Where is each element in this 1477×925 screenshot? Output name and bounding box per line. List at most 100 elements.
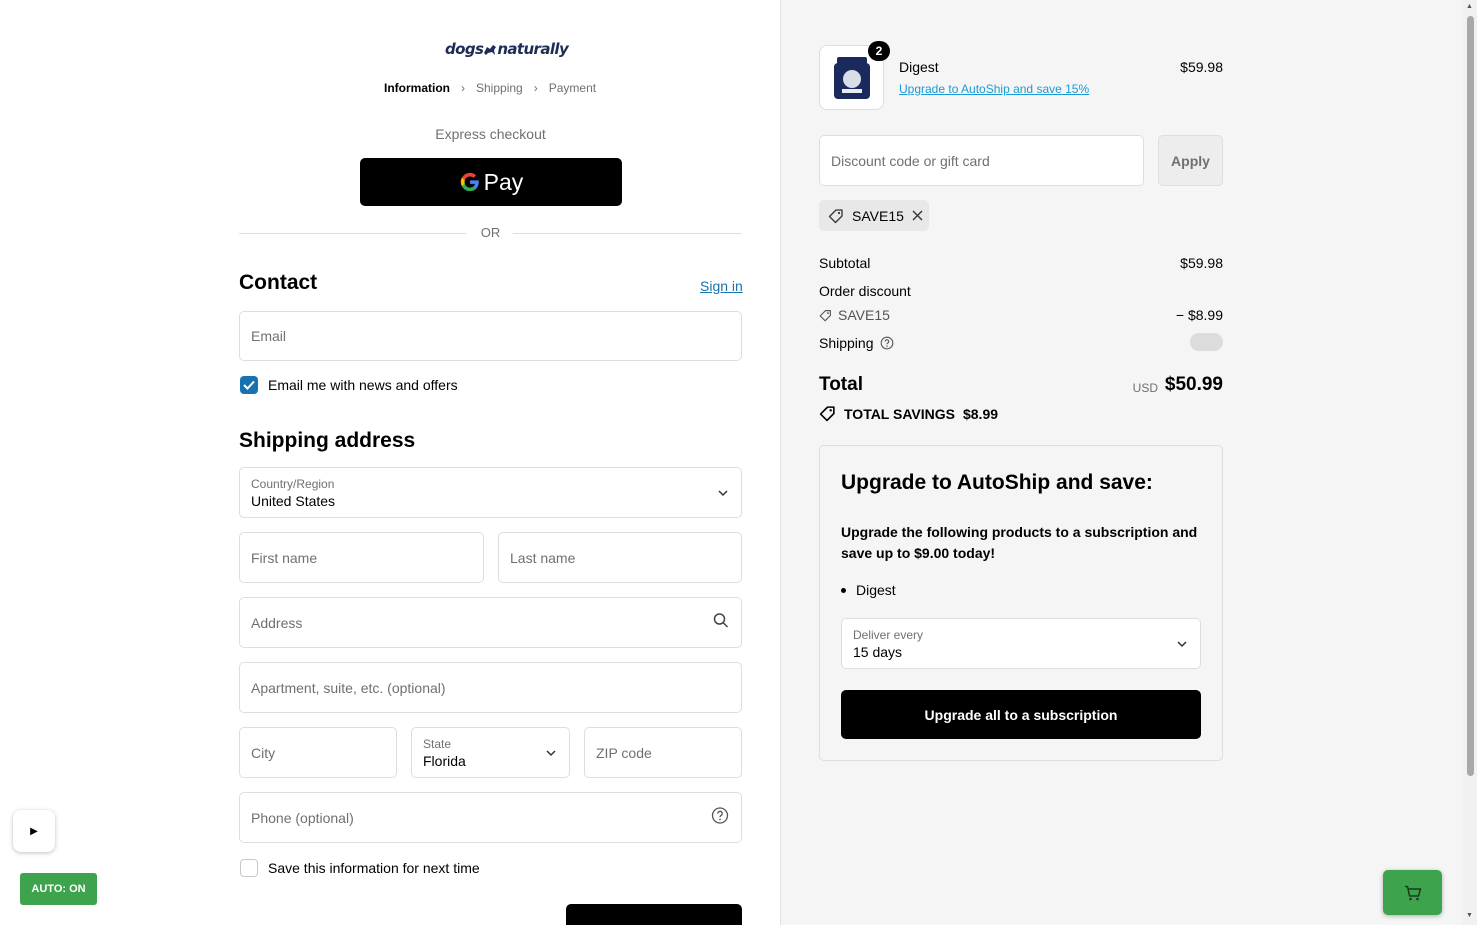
cart-icon [1404,885,1421,900]
phone-field[interactable]: Phone (optional) [239,792,742,843]
breadcrumb-information: Information [384,81,450,95]
country-value: United States [251,493,336,509]
discount-code-row: SAVE15 − $8.99 [819,307,1223,325]
savings-label: TOTAL SAVINGS [844,405,955,422]
apartment-placeholder: Apartment, suite, etc. (optional) [251,680,446,696]
checkmark-icon [243,380,255,390]
email-placeholder: Email [251,328,287,344]
scroll-down-arrow[interactable]: ▼ [1466,912,1473,919]
deliver-label: Deliver every [853,628,924,642]
total-savings: TOTAL SAVINGS $8.99 [819,405,998,422]
total-label: Total [819,374,863,395]
cart-button[interactable] [1383,870,1442,915]
google-pay-label: Pay [483,168,524,195]
help-icon[interactable] [880,336,894,350]
scrollbar[interactable]: ▲ ▼ [1463,0,1477,925]
city-placeholder: City [251,745,276,761]
subtotal-row: Subtotal $59.98 [819,255,1223,271]
state-select[interactable]: State Florida [411,727,570,778]
chevron-down-icon [1176,635,1188,653]
chevron-down-icon [717,484,729,502]
help-icon[interactable] [711,806,729,829]
checkout-main-panel: dogs naturally Information › Shipping › P… [0,0,781,925]
tag-icon [819,406,835,422]
play-button[interactable]: ▶ [13,810,55,852]
contact-heading: Contact [239,271,318,294]
subtotal-value: $59.98 [1180,255,1223,271]
chevron-down-icon [545,744,557,762]
last-name-placeholder: Last name [510,550,576,566]
order-discount-label: Order discount [819,283,911,299]
shipping-label: Shipping [819,335,874,351]
country-select[interactable]: Country/Region United States [239,467,742,518]
scroll-up-arrow[interactable]: ▲ [1466,3,1473,10]
quantity-badge: 2 [868,41,890,61]
address-placeholder: Address [251,615,303,631]
discount-placeholder: Discount code or gift card [831,153,990,169]
auto-toggle-button[interactable]: AUTO: ON [20,873,97,905]
save-info-checkbox[interactable] [240,859,258,877]
order-discount-row: Order discount [819,283,1223,299]
upgrade-title: Upgrade to AutoShip and save: [841,471,1153,494]
zip-placeholder: ZIP code [596,745,652,761]
discount-code-field[interactable]: Discount code or gift card [819,135,1144,186]
continue-to-shipping-button[interactable] [566,904,742,925]
city-field[interactable]: City [239,727,397,778]
apartment-field[interactable]: Apartment, suite, etc. (optional) [239,662,742,713]
apply-discount-button[interactable]: Apply [1158,135,1223,186]
total-value: $50.99 [1164,374,1223,395]
last-name-field[interactable]: Last name [498,532,742,583]
dog-icon [484,45,497,55]
state-label: State [423,737,452,751]
bullet [841,587,846,593]
deliver-value: 15 days [853,644,903,660]
tag-icon [819,309,831,321]
tag-icon [828,208,843,223]
breadcrumb: Information › Shipping › Payment [384,81,596,95]
currency-label: USD [1132,381,1158,395]
zip-field[interactable]: ZIP code [584,727,742,778]
applied-code: SAVE15 [852,207,904,224]
search-icon [713,612,729,633]
discount-code-label: SAVE15 [838,307,890,323]
product-name: Digest [899,59,939,75]
newsletter-label: Email me with news and offers [268,377,458,393]
state-value: Florida [423,753,466,769]
shipping-row: Shipping [819,333,1223,351]
first-name-placeholder: First name [251,550,318,566]
upgrade-autoship-link[interactable]: Upgrade to AutoShip and save 15% [899,82,1089,96]
upgrade-subscription-button[interactable]: Upgrade all to a subscription [841,690,1201,739]
email-field[interactable]: Email [239,311,742,361]
newsletter-checkbox-row[interactable]: Email me with news and offers [240,376,458,394]
product-price: $59.98 [1180,59,1223,75]
breadcrumb-payment[interactable]: Payment [549,81,596,95]
first-name-field[interactable]: First name [239,532,484,583]
newsletter-checkbox[interactable] [240,376,258,394]
google-g-icon [460,172,479,192]
product-jar-image [833,56,870,99]
address-field[interactable]: Address [239,597,742,648]
phone-placeholder: Phone (optional) [251,810,354,826]
divider-line [513,233,742,234]
close-icon[interactable] [912,210,923,221]
google-pay-button[interactable]: Pay [360,158,622,206]
shipping-loading-placeholder [1190,333,1223,351]
sign-in-link[interactable]: Sign in [700,278,743,294]
subtotal-label: Subtotal [819,255,871,271]
autoship-upgrade-box: Upgrade to AutoShip and save: Upgrade th… [819,445,1223,761]
discount-value: − $8.99 [1175,307,1223,323]
play-icon: ▶ [30,825,38,837]
chevron-right-icon: › [461,81,465,95]
save-info-checkbox-row[interactable]: Save this information for next time [240,859,480,877]
upgrade-description: Upgrade the following products to a subs… [841,524,1198,561]
deliver-frequency-select[interactable]: Deliver every 15 days [841,618,1201,669]
brand-logo[interactable]: dogs naturally [445,40,569,58]
savings-value: $8.99 [962,405,999,422]
country-label: Country/Region [251,477,335,491]
express-checkout-label: Express checkout [435,126,546,142]
shipping-address-heading: Shipping address [239,429,416,452]
upgrade-item-name: Digest [856,582,896,598]
scroll-thumb[interactable] [1467,16,1474,776]
save-info-label: Save this information for next time [268,860,480,876]
breadcrumb-shipping[interactable]: Shipping [476,81,523,95]
